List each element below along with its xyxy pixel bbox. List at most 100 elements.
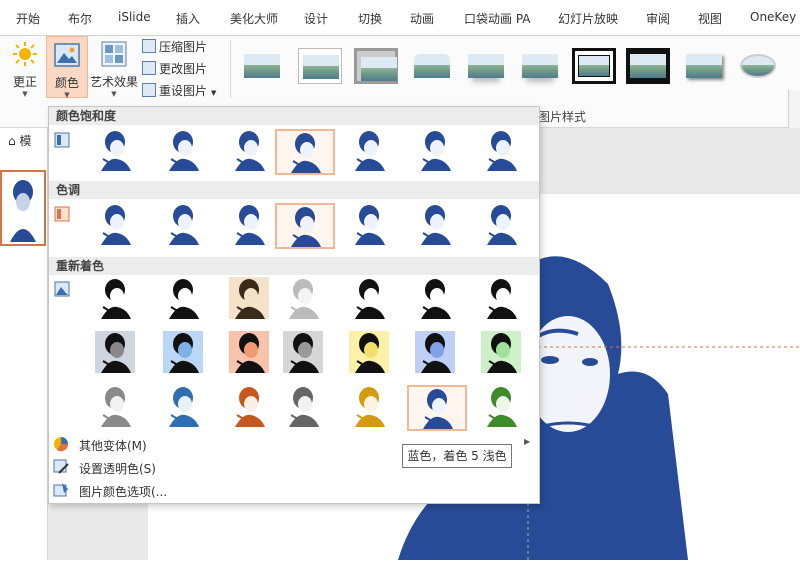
tab-slideshow[interactable]: 幻灯片放映 [558, 10, 618, 27]
color-variant-option[interactable] [407, 331, 467, 377]
color-variant-option[interactable] [341, 129, 401, 175]
compress-icon [142, 39, 156, 53]
picture-style-10[interactable] [736, 48, 780, 84]
artistic-effects-button[interactable]: 艺术效果 ▼ [90, 36, 138, 98]
picture-style-9[interactable] [682, 48, 726, 84]
change-picture-label: 更改图片 [159, 62, 208, 76]
breadcrumb: ⌂ 模 [8, 134, 32, 148]
picture-style-3[interactable] [354, 48, 398, 84]
tab-view[interactable]: 视图 [698, 10, 722, 27]
color-variant-option[interactable] [87, 203, 147, 249]
color-variant-option[interactable] [221, 203, 281, 249]
reset-picture-icon [142, 83, 156, 97]
color-variant-option[interactable] [341, 331, 401, 377]
color-variant-option[interactable] [473, 129, 533, 175]
chevron-down-icon: ▼ [22, 90, 28, 98]
correct-button[interactable]: 更正 ▼ [6, 36, 44, 98]
color-variant-option[interactable] [407, 385, 467, 431]
color-variant-option[interactable] [155, 277, 215, 323]
color-variant-option[interactable] [87, 129, 147, 175]
sun-icon [13, 42, 37, 66]
recolor-tooltip: 蓝色，着色 5 浅色 [402, 444, 512, 468]
slide-thumbnail[interactable] [0, 170, 46, 246]
tab-transitions[interactable]: 切换 [358, 10, 382, 27]
change-picture-button[interactable]: 更改图片 [142, 60, 207, 82]
color-variant-option[interactable] [155, 129, 215, 175]
chevron-right-icon: ▶ [524, 437, 531, 446]
tab-boolean[interactable]: 布尔 [68, 10, 92, 27]
change-picture-icon [142, 61, 156, 75]
picture-styles-group-label: 图片样式 [538, 110, 587, 124]
reset-picture-button[interactable]: 重设图片 ▼ [142, 82, 216, 104]
picture-styles-gallery [236, 40, 784, 102]
color-variant-option[interactable] [221, 277, 281, 323]
set-transparent-label: 设置透明色(S) [79, 462, 156, 476]
divider [230, 40, 231, 98]
picture-style-8[interactable] [626, 48, 670, 84]
tab-design[interactable]: 设计 [304, 10, 328, 27]
color-variant-option[interactable] [155, 203, 215, 249]
color-variant-option[interactable] [473, 277, 533, 323]
slide-thumbnail-pane [0, 128, 48, 560]
tab-beautify[interactable]: 美化大师 [230, 10, 278, 27]
color-variant-option[interactable] [275, 385, 335, 431]
color-variant-option[interactable] [221, 385, 281, 431]
color-variant-option[interactable] [341, 385, 401, 431]
chevron-down-icon: ▼ [64, 91, 70, 99]
correct-label: 更正 [12, 75, 37, 89]
compress-pictures-button[interactable]: 压缩图片 [142, 38, 207, 60]
picture-color-options-menu-item[interactable]: 图片颜色选项(... [49, 479, 539, 501]
picture-style-5[interactable] [464, 48, 508, 84]
picture-style-6[interactable] [518, 48, 562, 84]
color-options-icon [53, 483, 68, 497]
picture-style-4[interactable] [410, 48, 454, 84]
color-variant-option[interactable] [221, 129, 281, 175]
color-variant-option[interactable] [407, 203, 467, 249]
color-variant-option[interactable] [275, 331, 335, 377]
color-variant-option[interactable] [407, 129, 467, 175]
color-variant-option[interactable] [473, 385, 533, 431]
color-label: 颜色 [54, 76, 79, 90]
tab-review[interactable]: 审阅 [646, 10, 670, 27]
tab-home[interactable]: 开始 [16, 10, 40, 27]
ribbon-tabs: 开始 布尔 iSlide 插入 美化大师 设计 切换 动画 口袋动画 PA 幻灯… [0, 0, 800, 36]
color-variant-option[interactable] [87, 331, 147, 377]
tab-onekey[interactable]: OneKey 8 [750, 10, 800, 24]
color-icon [54, 43, 80, 67]
tab-insert[interactable]: 插入 [176, 10, 200, 27]
color-variant-option[interactable] [341, 203, 401, 249]
home-icon: ⌂ [8, 134, 16, 148]
color-variant-option[interactable] [155, 385, 215, 431]
transparent-color-icon [53, 459, 69, 474]
tab-pocket-animation[interactable]: 口袋动画 PA [464, 10, 531, 27]
picture-style-2[interactable] [298, 48, 342, 84]
picture-style-7[interactable] [572, 48, 616, 84]
color-variant-option[interactable] [275, 277, 335, 323]
palette-icon [54, 437, 69, 452]
tab-islide[interactable]: iSlide [118, 10, 151, 24]
color-variant-option[interactable] [473, 331, 533, 377]
picture-style-1[interactable] [240, 48, 284, 84]
color-variant-option[interactable] [473, 203, 533, 249]
color-variant-option[interactable] [407, 277, 467, 323]
color-button[interactable]: 颜色 ▼ [46, 36, 88, 99]
compress-label: 压缩图片 [159, 40, 208, 54]
more-variants-label: 其他变体(M) [79, 439, 147, 453]
saturation-header: 颜色饱和度 [49, 107, 539, 125]
recolor-icon [54, 281, 70, 297]
tone-header: 色调 [49, 181, 539, 199]
tab-animations[interactable]: 动画 [410, 10, 434, 27]
color-variant-option[interactable] [155, 331, 215, 377]
color-variant-option[interactable] [341, 277, 401, 323]
color-variant-option[interactable] [275, 203, 335, 249]
color-variant-option[interactable] [87, 385, 147, 431]
color-variant-option[interactable] [221, 331, 281, 377]
color-variant-option[interactable] [87, 277, 147, 323]
color-options-label: 图片颜色选项(... [79, 485, 168, 499]
portrait-thumbnail-icon [10, 180, 36, 242]
reset-picture-label: 重设图片 [159, 84, 208, 98]
tone-icon [54, 206, 70, 222]
color-variant-option[interactable] [275, 129, 335, 175]
artistic-effects-label: 艺术效果 [90, 75, 139, 89]
chevron-down-icon: ▼ [111, 90, 117, 98]
